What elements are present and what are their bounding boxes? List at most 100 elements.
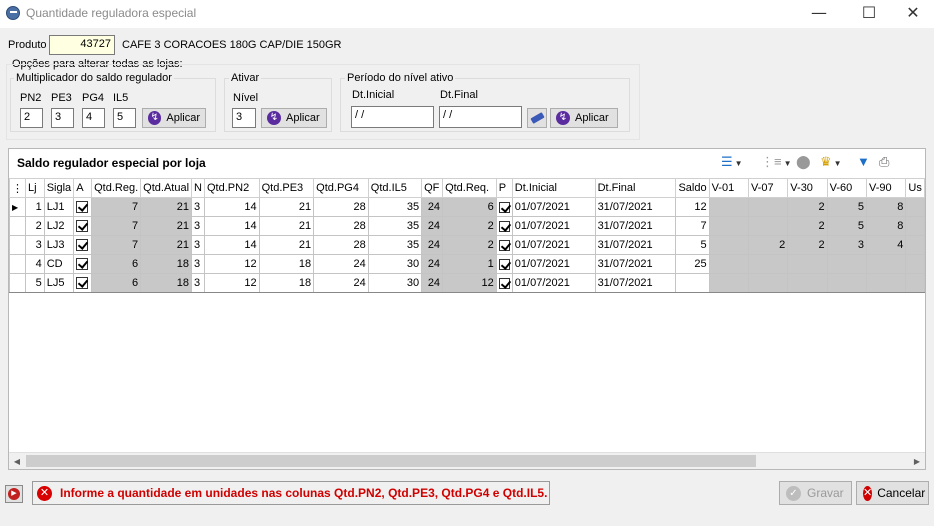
list-icon[interactable]: ⋮≡ ▼ bbox=[761, 153, 792, 171]
cell-qtd-pn2[interactable]: 14 bbox=[204, 216, 260, 236]
filter-icon[interactable]: ▼ bbox=[857, 153, 870, 171]
cell-v30[interactable]: 2 bbox=[787, 216, 828, 236]
col-header-qtd-atual[interactable]: Qtd.Atual bbox=[140, 178, 193, 198]
col-header-p[interactable]: P bbox=[495, 178, 513, 198]
cell-qtd-il5[interactable]: 30 bbox=[367, 273, 423, 293]
col-header-qtd-reg[interactable]: Qtd.Reg. bbox=[91, 178, 142, 198]
nivel-input[interactable]: 3 bbox=[232, 108, 256, 128]
col-header-v60[interactable]: V-60 bbox=[826, 178, 868, 198]
cell-lj[interactable]: 5 bbox=[25, 273, 45, 293]
cell-saldo[interactable]: 7 bbox=[675, 216, 710, 236]
cell-qf[interactable]: 24 bbox=[421, 254, 444, 274]
cell-v01[interactable] bbox=[708, 273, 749, 293]
col-header-a[interactable]: A bbox=[73, 178, 93, 198]
cell-qtd-pg4[interactable]: 24 bbox=[313, 273, 369, 293]
cell-lj[interactable]: 2 bbox=[25, 216, 45, 236]
cell-qtd-pg4[interactable]: 28 bbox=[313, 216, 369, 236]
cell-v90[interactable] bbox=[866, 273, 907, 293]
cell-qf[interactable]: 24 bbox=[421, 273, 444, 293]
cell-dt-final[interactable]: 31/07/2021 bbox=[594, 216, 677, 236]
col-header-qtd-req[interactable]: Qtd.Req. bbox=[442, 178, 497, 198]
cell-saldo[interactable]: 25 bbox=[675, 254, 710, 274]
maximize-button[interactable]: ☐ bbox=[846, 0, 892, 28]
horizontal-scrollbar[interactable]: ◀ ▶ bbox=[9, 452, 925, 469]
cell-v30[interactable]: 2 bbox=[787, 197, 828, 217]
col-header-dt-inicial[interactable]: Dt.Inicial bbox=[511, 178, 596, 198]
cell-sigla[interactable]: LJ5 bbox=[43, 273, 75, 293]
cell-v60[interactable]: 5 bbox=[826, 197, 868, 217]
printer-icon[interactable]: ⎙ bbox=[879, 153, 889, 171]
cell-us[interactable] bbox=[905, 254, 925, 274]
col-header-saldo[interactable]: Saldo bbox=[675, 178, 710, 198]
cell-qtd-il5[interactable]: 35 bbox=[367, 216, 423, 236]
cell-v60[interactable] bbox=[826, 273, 868, 293]
cell-qtd-il5[interactable]: 35 bbox=[367, 235, 423, 255]
cell-qtd-il5[interactable]: 30 bbox=[367, 254, 423, 274]
scroll-left-icon[interactable]: ◀ bbox=[9, 454, 25, 469]
cell-v60[interactable] bbox=[826, 254, 868, 274]
cell-v60[interactable]: 5 bbox=[826, 216, 868, 236]
pg4-input[interactable]: 4 bbox=[82, 108, 105, 128]
table-row[interactable]: 3 LJ3 7 21 3 14 21 28 35 24 2 01/07/2021… bbox=[9, 235, 925, 255]
active-checkbox[interactable] bbox=[76, 258, 89, 271]
cell-v90[interactable]: 8 bbox=[866, 216, 907, 236]
cell-p[interactable] bbox=[495, 197, 513, 217]
col-header-n[interactable]: N bbox=[191, 178, 205, 198]
cell-qtd-atual[interactable]: 18 bbox=[140, 254, 193, 274]
cell-qtd-reg[interactable]: 7 bbox=[91, 216, 142, 236]
cell-dt-inicial[interactable]: 01/07/2021 bbox=[511, 235, 596, 255]
cell-dt-final[interactable]: 31/07/2021 bbox=[594, 235, 677, 255]
col-header-qtd-pe3[interactable]: Qtd.PE3 bbox=[258, 178, 315, 198]
col-header-us[interactable]: Us bbox=[905, 178, 925, 198]
cell-us[interactable] bbox=[905, 197, 925, 217]
cell-a[interactable] bbox=[73, 273, 93, 293]
cell-us[interactable] bbox=[905, 216, 925, 236]
col-header-qf[interactable]: QF bbox=[421, 178, 444, 198]
dt-inicial-input[interactable]: / / bbox=[351, 106, 434, 128]
cell-v07[interactable] bbox=[747, 216, 789, 236]
cell-qf[interactable]: 24 bbox=[421, 235, 444, 255]
cell-v01[interactable] bbox=[708, 197, 749, 217]
stamp-icon[interactable]: ♛ ▼ bbox=[820, 153, 842, 171]
table-row[interactable]: 2 LJ2 7 21 3 14 21 28 35 24 2 01/07/2021… bbox=[9, 216, 925, 236]
row-selector-header[interactable]: ⋮ bbox=[9, 178, 26, 198]
dt-final-input[interactable]: / / bbox=[439, 106, 522, 128]
table-row[interactable]: 4 CD 6 18 3 12 18 24 30 24 1 01/07/2021 … bbox=[9, 254, 925, 274]
cell-saldo[interactable]: 12 bbox=[675, 197, 710, 217]
cell-p[interactable] bbox=[495, 235, 513, 255]
produto-code-input[interactable]: 43727 bbox=[49, 35, 115, 55]
cell-dt-final[interactable]: 31/07/2021 bbox=[594, 197, 677, 217]
close-button[interactable]: ✕ bbox=[890, 0, 934, 28]
col-header-dt-final[interactable]: Dt.Final bbox=[594, 178, 677, 198]
col-header-v90[interactable]: V-90 bbox=[866, 178, 907, 198]
cell-qtd-pe3[interactable]: 18 bbox=[258, 254, 315, 274]
active-checkbox[interactable] bbox=[76, 201, 89, 214]
cell-us[interactable] bbox=[905, 235, 925, 255]
active-checkbox[interactable] bbox=[76, 277, 89, 290]
cell-qtd-reg[interactable]: 6 bbox=[91, 273, 142, 293]
cell-p[interactable] bbox=[495, 216, 513, 236]
cell-v07[interactable]: 2 bbox=[747, 235, 789, 255]
cell-v90[interactable]: 4 bbox=[866, 235, 907, 255]
il5-input[interactable]: 5 bbox=[113, 108, 136, 128]
cell-qtd-req[interactable]: 12 bbox=[442, 273, 497, 293]
col-header-v01[interactable]: V-01 bbox=[708, 178, 749, 198]
cell-sigla[interactable]: LJ1 bbox=[43, 197, 75, 217]
ativar-apply-button[interactable]: ↯ Aplicar bbox=[261, 108, 327, 128]
periodo-apply-button[interactable]: ↯ Aplicar bbox=[550, 108, 618, 128]
cell-n[interactable]: 3 bbox=[191, 216, 205, 236]
cell-qtd-pg4[interactable]: 28 bbox=[313, 235, 369, 255]
cell-v60[interactable]: 3 bbox=[826, 235, 868, 255]
pn2-input[interactable]: 2 bbox=[20, 108, 43, 128]
cell-qtd-pn2[interactable]: 12 bbox=[204, 273, 260, 293]
eraser-button[interactable] bbox=[527, 108, 547, 128]
cell-qtd-pn2[interactable]: 14 bbox=[204, 197, 260, 217]
cell-v90[interactable] bbox=[866, 254, 907, 274]
cell-qtd-req[interactable]: 2 bbox=[442, 235, 497, 255]
cell-qf[interactable]: 24 bbox=[421, 216, 444, 236]
col-header-lj[interactable]: Lj bbox=[25, 178, 45, 198]
cell-p[interactable] bbox=[495, 273, 513, 293]
p-checkbox[interactable] bbox=[498, 258, 510, 270]
cell-a[interactable] bbox=[73, 197, 93, 217]
cell-qtd-atual[interactable]: 21 bbox=[140, 197, 193, 217]
